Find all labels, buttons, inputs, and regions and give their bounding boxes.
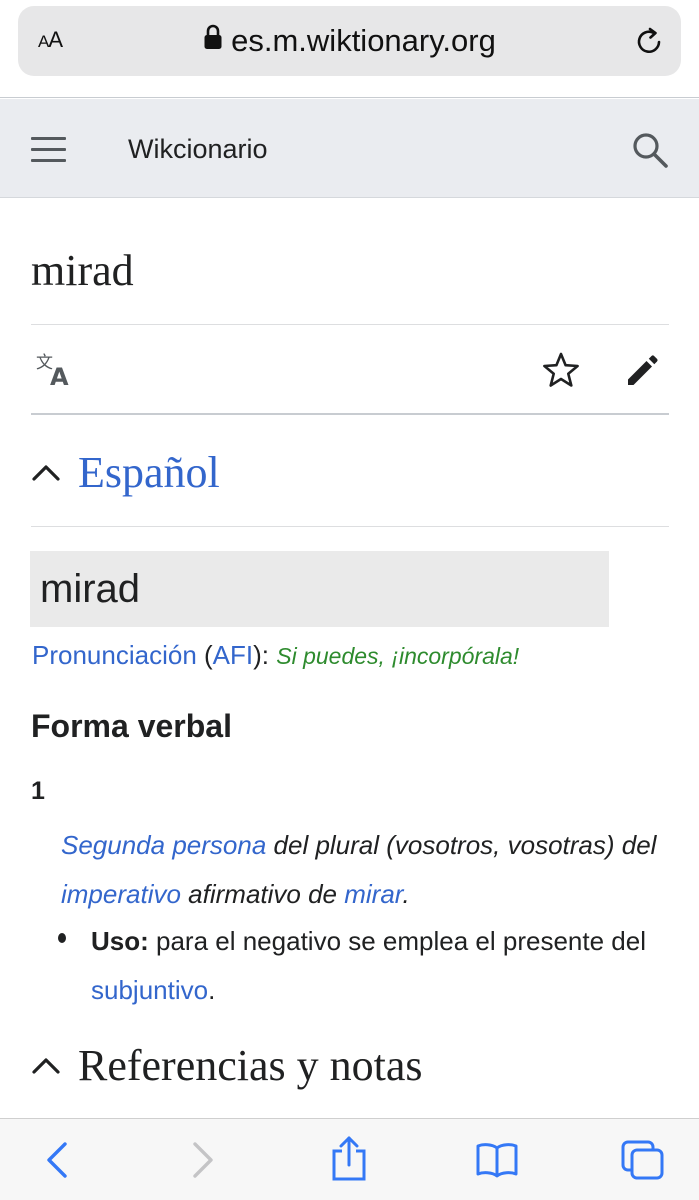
search-icon[interactable]	[631, 131, 669, 174]
page-title: mirad	[31, 246, 134, 295]
definition-text-part: .	[402, 879, 410, 909]
share-icon[interactable]	[330, 1135, 368, 1186]
bullet-dot	[58, 933, 66, 943]
definition-text-part: afirmativo de	[180, 879, 345, 909]
afi-link[interactable]: AFI	[213, 640, 253, 670]
language-icon[interactable]: 文 A	[36, 352, 76, 393]
definition-text: Segunda persona del plural (vosotros, vo…	[61, 821, 671, 919]
forward-icon[interactable]	[190, 1141, 216, 1184]
definition-text-part: del plural (vosotros, vosotras) del	[266, 830, 657, 860]
usage-text: para el negativo se emplea el presente d…	[148, 926, 646, 956]
definition-link-mirar[interactable]: mirar	[344, 879, 402, 909]
edit-pencil-icon[interactable]	[625, 352, 661, 393]
reload-icon[interactable]	[635, 25, 665, 62]
chevron-up-icon[interactable]	[31, 462, 61, 487]
paren-open: (	[196, 640, 213, 670]
bookmarks-icon[interactable]	[475, 1141, 519, 1184]
menu-icon[interactable]	[31, 137, 66, 162]
site-header: Wikcionario	[0, 99, 699, 198]
chevron-up-icon[interactable]	[31, 1055, 61, 1080]
definition-link-imperativo[interactable]: imperativo	[61, 879, 181, 909]
svg-text:A: A	[50, 363, 69, 388]
divider	[31, 324, 669, 325]
headword: mirad	[40, 567, 141, 611]
definition-number: 1	[31, 777, 45, 805]
section-heading-espanol[interactable]: Español	[78, 447, 220, 498]
browser-address-area: AA es.m.wiktionary.org	[0, 0, 699, 98]
site-name[interactable]: Wikcionario	[128, 134, 268, 165]
definition-link-segunda-persona[interactable]: Segunda persona	[61, 830, 266, 860]
divider	[31, 413, 669, 415]
url-display[interactable]: es.m.wiktionary.org	[18, 23, 681, 59]
address-bar[interactable]: AA es.m.wiktionary.org	[18, 6, 681, 76]
subheading-forma-verbal: Forma verbal	[31, 708, 232, 744]
watch-star-icon[interactable]	[542, 352, 580, 393]
section-heading-referencias[interactable]: Referencias y notas	[78, 1040, 423, 1091]
headword-box: mirad	[30, 551, 609, 627]
divider	[31, 526, 669, 527]
lock-icon	[203, 22, 223, 58]
usage-end: .	[208, 975, 216, 1005]
pronunciation-link[interactable]: Pronunciación	[32, 640, 197, 670]
tabs-icon[interactable]	[620, 1139, 666, 1186]
usage-note: Uso: para el negativo se emplea el prese…	[91, 917, 671, 1015]
back-icon[interactable]	[44, 1141, 70, 1184]
pronunciation-line: Pronunciación (AFI): Si puedes, ¡incorpó…	[32, 640, 519, 671]
paren-close: ):	[253, 640, 270, 670]
browser-toolbar	[0, 1118, 699, 1200]
pronunciation-prompt: Si puedes, ¡incorpórala!	[276, 643, 520, 669]
domain-text: es.m.wiktionary.org	[231, 23, 496, 58]
usage-link-subjuntivo[interactable]: subjuntivo	[91, 975, 208, 1005]
usage-label: Uso:	[91, 926, 149, 956]
